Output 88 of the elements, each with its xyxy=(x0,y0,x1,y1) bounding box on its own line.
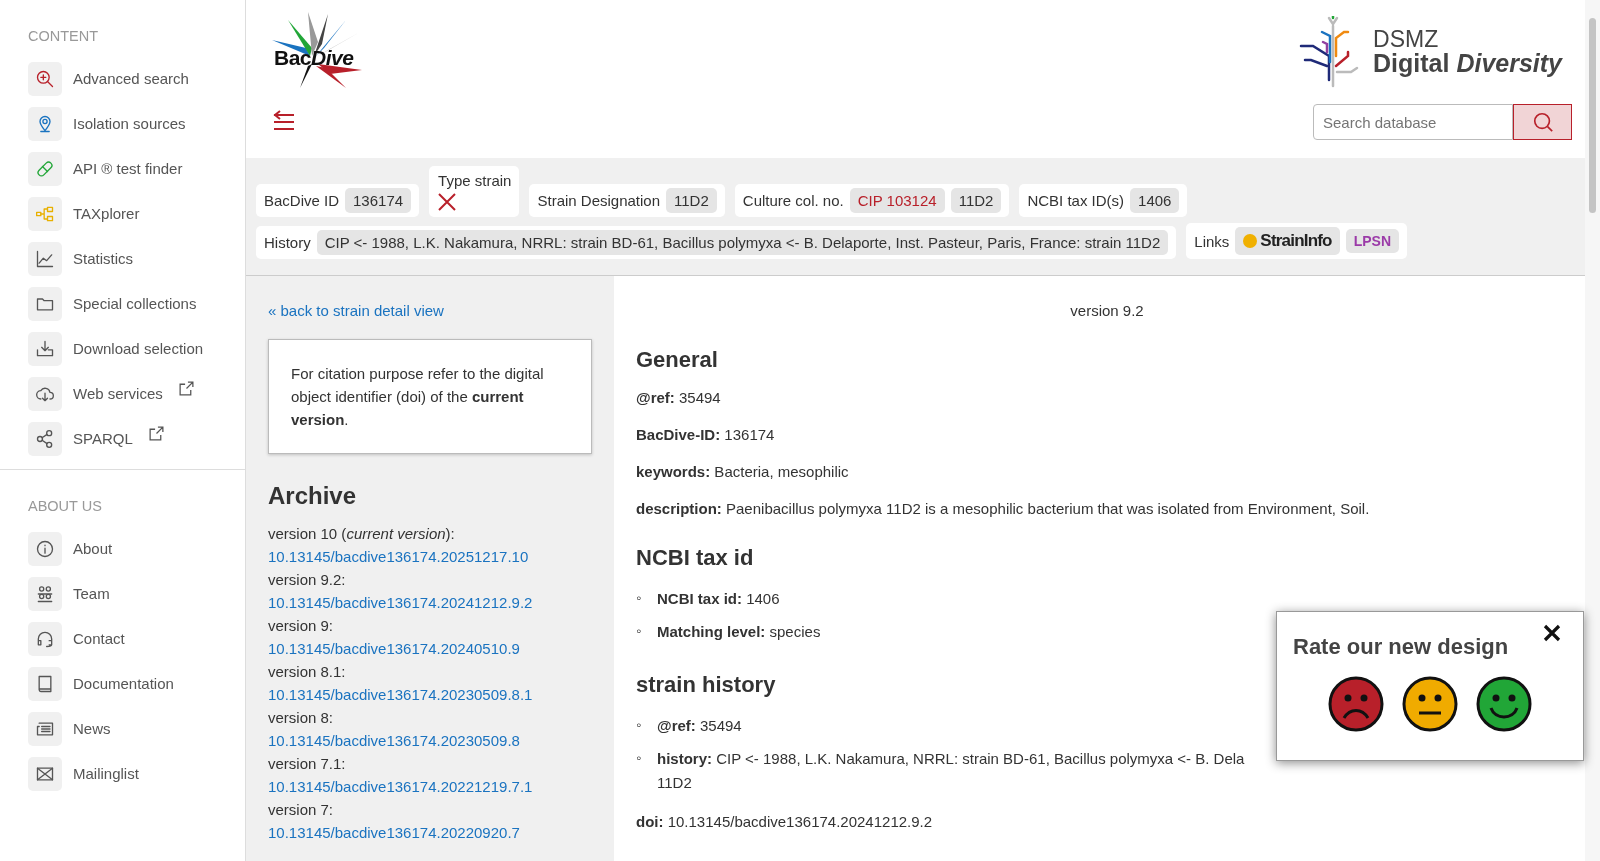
field-value: 11D2 xyxy=(950,188,1002,213)
field-label: Type strain xyxy=(438,172,512,189)
field-value: 11D2 xyxy=(666,188,717,213)
field-label: BacDive ID xyxy=(264,192,340,209)
search-button[interactable] xyxy=(1513,104,1572,140)
menu-item[interactable]: Isolation sources xyxy=(73,115,186,132)
menu-item[interactable]: API ® test finder xyxy=(73,160,183,177)
section-heading: ABOUT US xyxy=(28,498,103,514)
menu-item[interactable]: Contact xyxy=(73,630,125,647)
citation-note: For citation purpose refer to the digital object identifier (doi) of the current version. xyxy=(268,339,592,454)
field-text: @ref: 35494 xyxy=(636,389,722,406)
archive-heading: Archive xyxy=(268,482,358,510)
lpsn-link[interactable]: LPSN xyxy=(1345,229,1400,253)
menu-item[interactable]: Special collections xyxy=(73,295,197,312)
field-label: Links xyxy=(1194,232,1230,250)
close-icon[interactable] xyxy=(1543,624,1561,642)
version-label: version 9.2: xyxy=(268,570,347,590)
menu-item[interactable]: TAXplorer xyxy=(73,205,140,222)
section-heading: NCBI tax id xyxy=(636,545,755,571)
version-label: version 7.1: xyxy=(268,754,347,774)
doi-link[interactable]: 10.13145/bacdive136174.20240510.9 xyxy=(268,637,592,660)
bullet-marker: ◦ xyxy=(636,748,643,768)
search-field[interactable]: Search database xyxy=(1313,104,1513,140)
section-heading: CONTENT xyxy=(28,28,100,44)
share-nodes-icon[interactable] xyxy=(35,428,55,449)
version-label: version 9.2 xyxy=(1069,302,1145,319)
menu-item[interactable]: Web services xyxy=(73,385,163,402)
menu-item[interactable]: Advanced search xyxy=(73,70,189,87)
external-link-icon xyxy=(147,425,165,442)
field-text: doi: 10.13145/bacdive136174.20241212.9.2 xyxy=(636,813,934,830)
version-label: version 10 (current version): xyxy=(268,524,456,544)
field-value: 136174 xyxy=(345,188,412,213)
list-item: NCBI tax id: 1406 xyxy=(657,589,780,609)
field-label: History xyxy=(264,234,311,251)
menu-item[interactable]: Statistics xyxy=(73,250,133,267)
version-label: version 8: xyxy=(268,708,335,728)
menu-item[interactable]: Team xyxy=(73,585,110,602)
doi-link[interactable]: 10.13145/bacdive136174.20241212.9.2 xyxy=(268,591,592,614)
bullet-marker: ◦ xyxy=(636,715,643,735)
line-chart-icon[interactable] xyxy=(35,248,55,269)
field-value: 1406 xyxy=(1130,188,1180,213)
bullet-marker: ◦ xyxy=(636,588,643,608)
straininfo-link[interactable]: StrainInfo xyxy=(1235,227,1340,255)
download-icon[interactable] xyxy=(35,338,55,359)
search-icon[interactable] xyxy=(35,68,55,89)
doi-link[interactable]: 10.13145/bacdive136174.20230509.8.1 xyxy=(268,683,592,706)
field-value: CIP <- 1988, L.K. Nakamura, NRRL: strain BD-61, Bacillus polymyxa <- B. Delaporte, Inst. Pasteur, Paris, France: strain 11D2 xyxy=(316,230,1169,255)
version-label: version 9: xyxy=(268,616,335,636)
pill-icon[interactable] xyxy=(35,158,55,179)
menu-item[interactable]: About xyxy=(73,540,113,557)
field-label: Culture col. no. xyxy=(742,192,844,209)
bacdive-logo[interactable]: BacDive xyxy=(270,12,370,92)
list-item: @ref: 35494 xyxy=(657,716,742,736)
menu-item[interactable]: SPARQL xyxy=(73,430,133,447)
field-label: NCBI tax ID(s) xyxy=(1027,192,1125,209)
scrollbar[interactable] xyxy=(1585,0,1600,861)
neutral-face-icon[interactable] xyxy=(1402,676,1458,732)
version-label: version 7: xyxy=(268,800,335,820)
menu-item[interactable]: Documentation xyxy=(73,675,174,692)
menu-item[interactable]: Mailinglist xyxy=(73,765,139,782)
collapse-menu-icon[interactable] xyxy=(272,110,296,132)
menu-item[interactable]: Download selection xyxy=(73,340,204,357)
list-item: history: CIP <- 1988, L.K. Nakamura, NRRL: strain BD-61, Bacillus polymyxa <- B. Dela 11D2 xyxy=(657,749,1245,793)
menu-item[interactable]: News xyxy=(73,720,111,737)
happy-face-icon[interactable] xyxy=(1476,676,1532,732)
people-icon[interactable] xyxy=(35,583,55,604)
doi-link[interactable]: 10.13145/bacdive136174.20230509.8 xyxy=(268,729,592,752)
doi-link[interactable]: 10.13145/bacdive136174.20221219.7.1 xyxy=(268,775,592,798)
field-label: Strain Designation xyxy=(537,192,661,209)
dsmz-logo[interactable]: DSMZ Digital Diversity xyxy=(1299,16,1562,88)
field-text: description: Paenibacillus polymyxa 11D2 is a mesophilic bacterium that was isolated from Environment, Soil. xyxy=(636,500,1371,517)
section-heading: General xyxy=(636,347,719,373)
search-icon xyxy=(1531,111,1554,133)
section-heading: strain history xyxy=(636,672,777,698)
list-item: Matching level: species xyxy=(657,622,821,642)
scrollbar-thumb[interactable] xyxy=(1589,18,1596,213)
sad-face-icon[interactable] xyxy=(1328,676,1384,732)
bullet-marker: ◦ xyxy=(636,621,643,641)
external-link-icon xyxy=(177,380,195,397)
info-icon[interactable] xyxy=(35,538,55,559)
doi-link[interactable]: 10.13145/bacdive136174.20220920.7 xyxy=(268,821,592,844)
doi-link[interactable]: 10.13145/bacdive136174.20251217.10 xyxy=(268,545,592,568)
back-link[interactable]: « back to strain detail view xyxy=(268,302,592,319)
field-link[interactable]: CIP 103124 xyxy=(849,188,945,213)
field-text: keywords: Bacteria, mesophilic xyxy=(636,463,850,480)
field-text: BacDive-ID: 136174 xyxy=(636,426,776,443)
version-label: version 8.1: xyxy=(268,662,347,682)
popup-title: Rate our new design xyxy=(1293,634,1510,660)
